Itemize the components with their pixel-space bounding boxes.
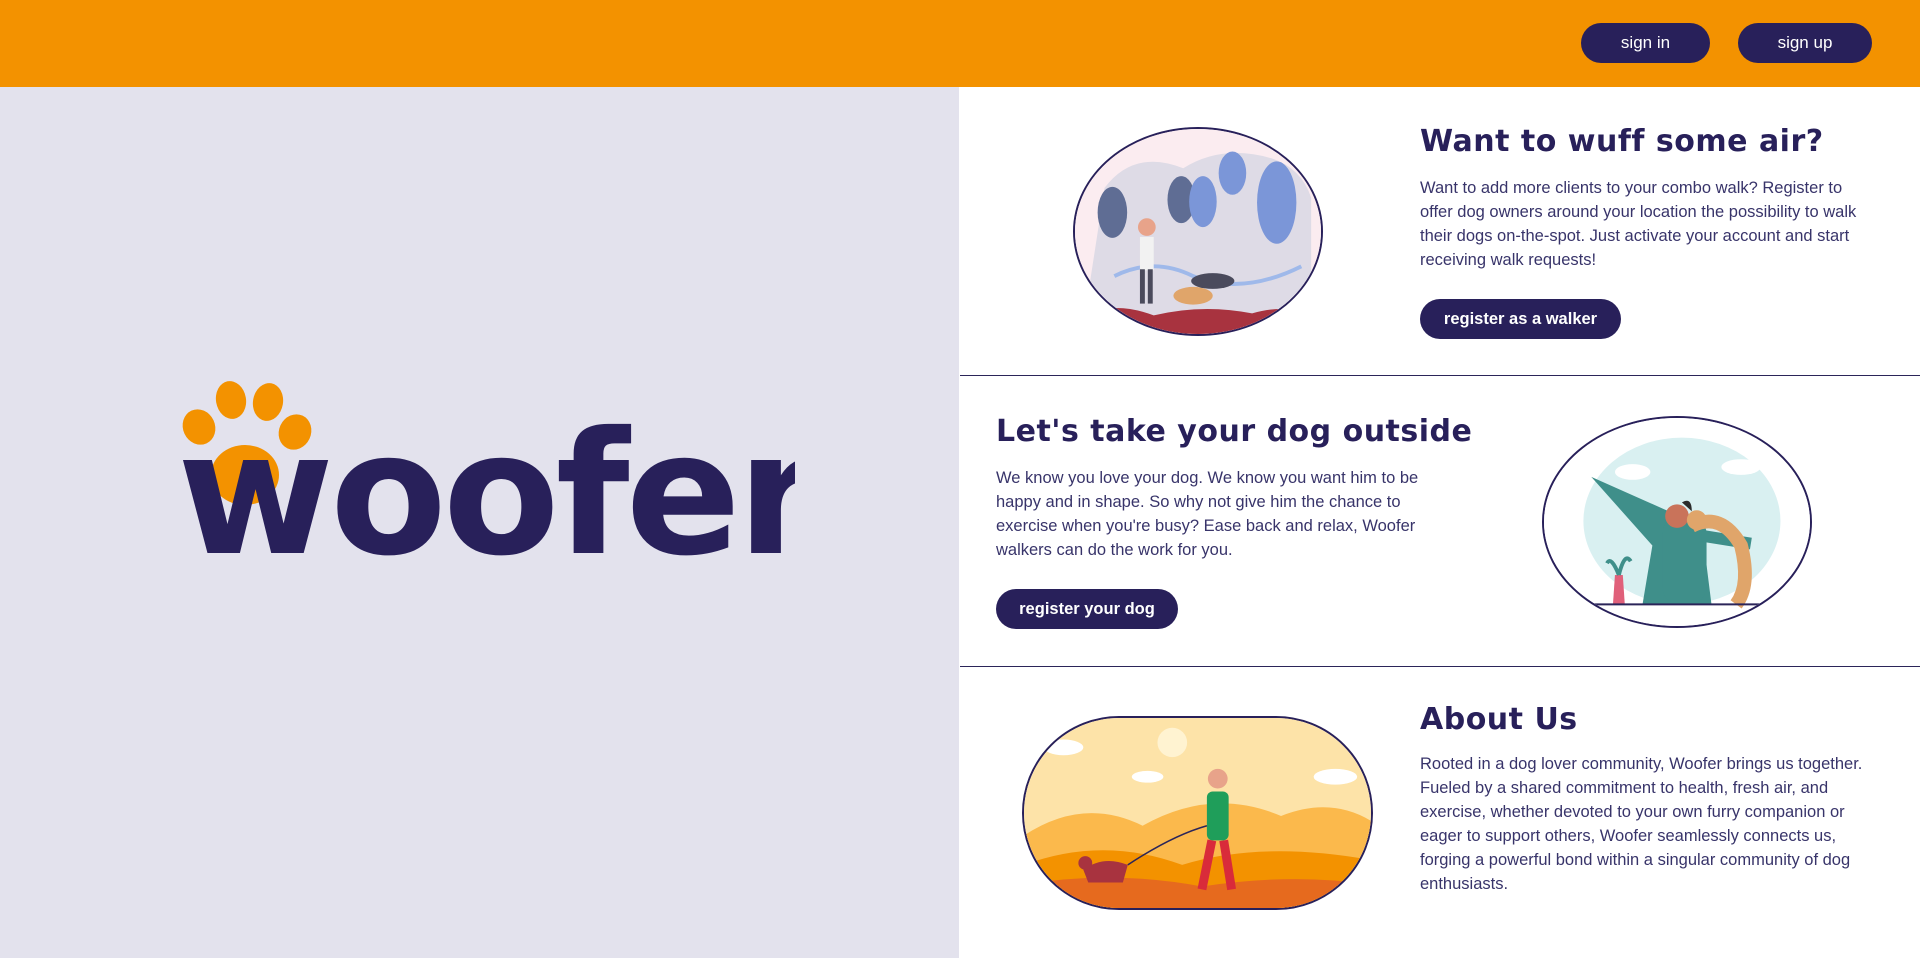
section-divider [960, 375, 1920, 376]
sign-up-button[interactable]: sign up [1738, 23, 1872, 63]
logo-wordmark: woofer [177, 396, 795, 575]
walker-illustration [1073, 127, 1323, 336]
dog-section-text: We know you love your dog. We know you w… [996, 469, 1419, 559]
register-walker-button[interactable]: register as a walker [1420, 299, 1621, 339]
register-dog-button[interactable]: register your dog [996, 589, 1178, 629]
walker-section-text: Want to add more clients to your combo w… [1420, 179, 1857, 269]
sign-in-button[interactable]: sign in [1581, 23, 1710, 63]
walker-section-title: Want to wuff some air? [1420, 124, 1824, 159]
section-divider [960, 666, 1920, 667]
about-section-text: Rooted in a dog lover community, Woofer … [1420, 755, 1863, 893]
about-section-title: About Us [1420, 702, 1578, 737]
dog-section-title: Let's take your dog outside [996, 414, 1473, 449]
about-illustration [1022, 716, 1373, 910]
man-dog-illustration [1542, 416, 1812, 628]
top-bar: sign in sign up [0, 0, 1920, 87]
woofer-logo: woofer [177, 381, 795, 575]
